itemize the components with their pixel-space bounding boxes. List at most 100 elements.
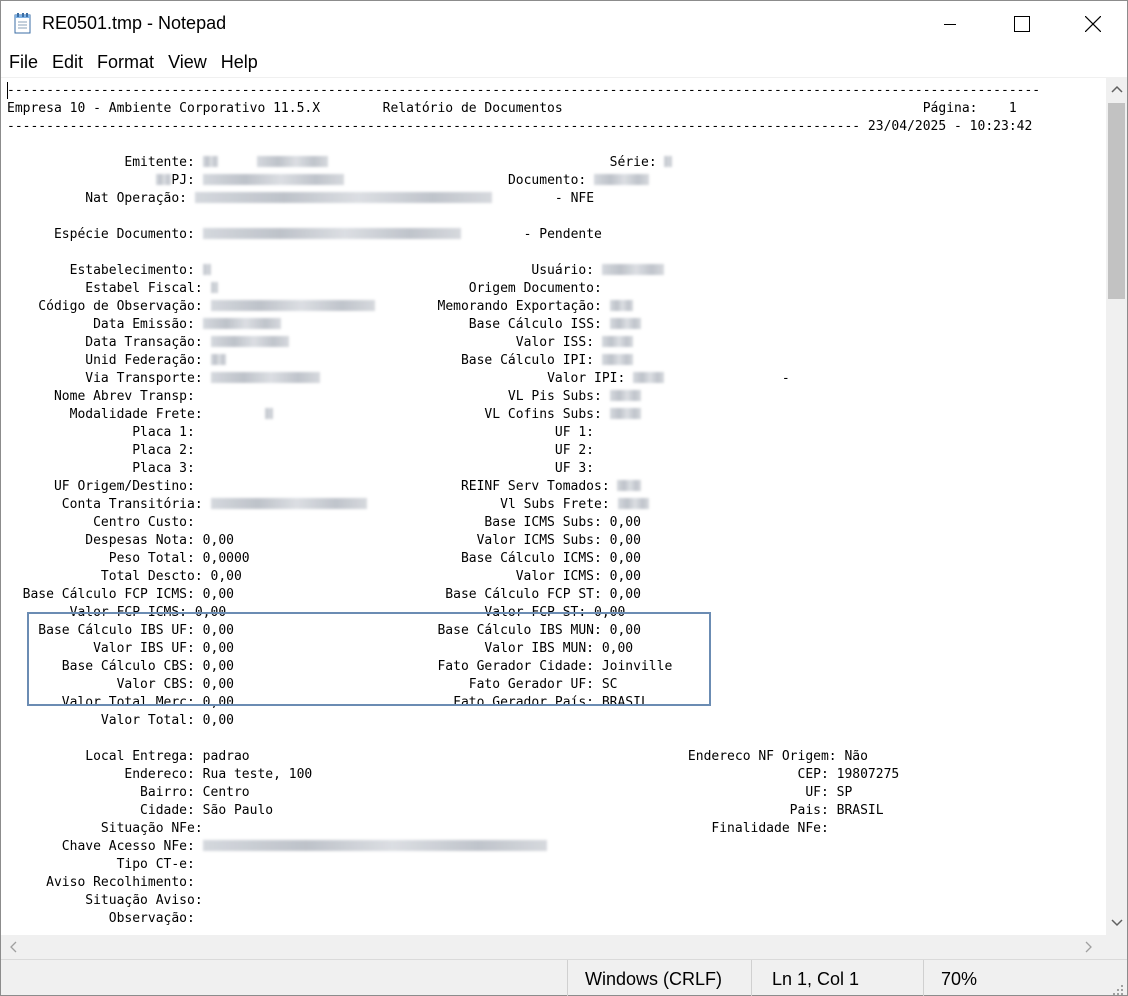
document-line: Valor FCP ICMS: 0,00 Valor FCP ST: 0,00	[7, 604, 1040, 622]
redacted-value	[609, 408, 641, 419]
document-line: Valor CBS: 0,00 Fato Gerador UF: SC	[7, 676, 1040, 694]
close-button[interactable]	[1070, 1, 1116, 47]
document-line: Placa 2: UF 2:	[7, 442, 1040, 460]
document-text: ----------------------------------------…	[7, 82, 1040, 928]
maximize-icon	[1014, 16, 1030, 32]
line-text: PJ:	[171, 173, 203, 188]
document-line: UF Origem/Destino: REINF Serv Tomados:	[7, 478, 1040, 496]
menu-format[interactable]: Format	[90, 47, 161, 77]
document-line: Aviso Recolhimento:	[7, 874, 1040, 892]
redacted-value	[202, 318, 281, 329]
document-line: Conta Transitória: Vl Subs Frete:	[7, 496, 1040, 514]
line-text: Valor FCP ICMS: 0,00 Valor FCP ST: 0,00	[7, 605, 626, 620]
line-text: Situação Aviso:	[7, 893, 203, 908]
redacted-value	[609, 300, 634, 311]
redacted-value	[202, 156, 219, 167]
redacted-value	[617, 498, 649, 509]
redacted-value	[594, 174, 649, 185]
document-line: Valor Total Merc: 0,00 Fato Gerador País…	[7, 694, 1040, 712]
scroll-right-button[interactable]	[1081, 939, 1097, 955]
vertical-scrollbar[interactable]	[1106, 77, 1127, 935]
line-text: Chave Acesso NFe:	[7, 839, 203, 854]
text-editor[interactable]: ----------------------------------------…	[1, 77, 1106, 935]
line-text: Placa 3: UF 3:	[7, 461, 594, 476]
maximize-button[interactable]	[999, 1, 1045, 47]
line-text: Bairro: Centro UF: SP	[7, 785, 853, 800]
document-line: Centro Custo: Base ICMS Subs: 0,00	[7, 514, 1040, 532]
document-line: Situação Aviso:	[7, 892, 1040, 910]
chevron-right-icon	[1085, 941, 1092, 953]
document-line: Nome Abrev Transp: VL Pis Subs:	[7, 388, 1040, 406]
minimize-button[interactable]	[927, 1, 973, 47]
scroll-left-button[interactable]	[5, 939, 21, 955]
line-text: Valor Total: 0,00	[7, 713, 234, 728]
vertical-scroll-thumb[interactable]	[1108, 103, 1125, 299]
document-line: Placa 1: UF 1:	[7, 424, 1040, 442]
line-text: Base Cálculo FCP ICMS: 0,00 Base Cálculo…	[7, 587, 641, 602]
redacted-value	[210, 336, 289, 347]
line-text: Série:	[327, 155, 665, 170]
document-line: Via Transporte: Valor IPI: -	[7, 370, 1040, 388]
title-bar[interactable]: RE0501.tmp - Notepad	[1, 1, 1127, 47]
line-text: Centro Custo: Base ICMS Subs: 0,00	[7, 515, 641, 530]
horizontal-scrollbar[interactable]	[1, 935, 1106, 959]
line-text: Estabel Fiscal:	[7, 281, 211, 296]
line-text: Memorando Exportação:	[374, 299, 610, 314]
line-text: VL Cofins Subs:	[273, 407, 610, 422]
redacted-value	[202, 840, 548, 851]
close-icon	[1085, 16, 1101, 32]
redacted-value	[210, 372, 321, 383]
line-text: Base Cálculo CBS: 0,00 Fato Gerador Cida…	[7, 659, 673, 674]
line-text: Valor Total Merc: 0,00 Fato Gerador País…	[7, 695, 649, 710]
status-cursor-position: Ln 1, Col 1	[751, 960, 923, 996]
line-text: Nat Operação:	[7, 191, 195, 206]
line-text: Valor CBS: 0,00 Fato Gerador UF: SC	[7, 677, 618, 692]
line-text	[7, 173, 156, 188]
document-line: Data Transação: Valor ISS:	[7, 334, 1040, 352]
redacted-value	[202, 264, 211, 275]
redacted-value	[194, 192, 493, 203]
line-text: Data Emissão:	[7, 317, 203, 332]
document-line: Estabelecimento: Usuário:	[7, 262, 1040, 280]
resize-grip-icon[interactable]	[1112, 980, 1124, 995]
line-text: Local Entrega: padrao Endereco NF Origem…	[7, 749, 868, 764]
document-line: ----------------------------------------…	[7, 118, 1040, 136]
redacted-value	[601, 336, 634, 347]
status-line-ending: Windows (CRLF)	[567, 960, 751, 996]
menu-file[interactable]: File	[1, 47, 45, 77]
document-line: Peso Total: 0,0000 Base Cálculo ICMS: 0,…	[7, 550, 1040, 568]
redacted-value	[210, 300, 375, 311]
redacted-value	[617, 480, 641, 491]
document-line: Emitente: Série:	[7, 154, 1040, 172]
line-text: Valor IPI:	[320, 371, 634, 386]
scroll-down-button[interactable]	[1106, 911, 1127, 935]
document-line: Unid Federação: Base Cálculo IPI:	[7, 352, 1040, 370]
line-text: Peso Total: 0,0000 Base Cálculo ICMS: 0,…	[7, 551, 641, 566]
line-text: Despesas Nota: 0,00 Valor ICMS Subs: 0,0…	[7, 533, 641, 548]
redacted-value	[601, 354, 634, 365]
redacted-value	[609, 318, 641, 329]
line-text: Base Cálculo IPI:	[226, 353, 602, 368]
scroll-up-button[interactable]	[1106, 77, 1127, 101]
document-line: Cidade: São Paulo Pais: BRASIL	[7, 802, 1040, 820]
menu-view[interactable]: View	[161, 47, 214, 77]
line-text: Usuário:	[210, 263, 602, 278]
status-bar: Windows (CRLF) Ln 1, Col 1 70%	[1, 959, 1127, 996]
line-text: Via Transporte:	[7, 371, 211, 386]
line-text: Vl Subs Frete:	[367, 497, 618, 512]
line-text: -	[664, 371, 790, 386]
menu-edit[interactable]: Edit	[45, 47, 90, 77]
line-text: UF Origem/Destino: REINF Serv Tomados:	[7, 479, 618, 494]
redacted-value	[609, 390, 641, 401]
redacted-value	[155, 174, 172, 185]
document-line: Valor IBS UF: 0,00 Valor IBS MUN: 0,00	[7, 640, 1040, 658]
line-text: Documento:	[343, 173, 595, 188]
line-text: Placa 1: UF 1:	[7, 425, 594, 440]
document-line: Total Descto: 0,00 Valor ICMS: 0,00	[7, 568, 1040, 586]
line-text: Base Cálculo ISS:	[280, 317, 610, 332]
window-title: RE0501.tmp - Notepad	[42, 13, 227, 33]
document-line: Estabel Fiscal: Origem Documento:	[7, 280, 1040, 298]
line-text: Origem Documento:	[218, 281, 602, 296]
menu-help[interactable]: Help	[214, 47, 265, 77]
line-text: Nome Abrev Transp: VL Pis Subs:	[7, 389, 610, 404]
